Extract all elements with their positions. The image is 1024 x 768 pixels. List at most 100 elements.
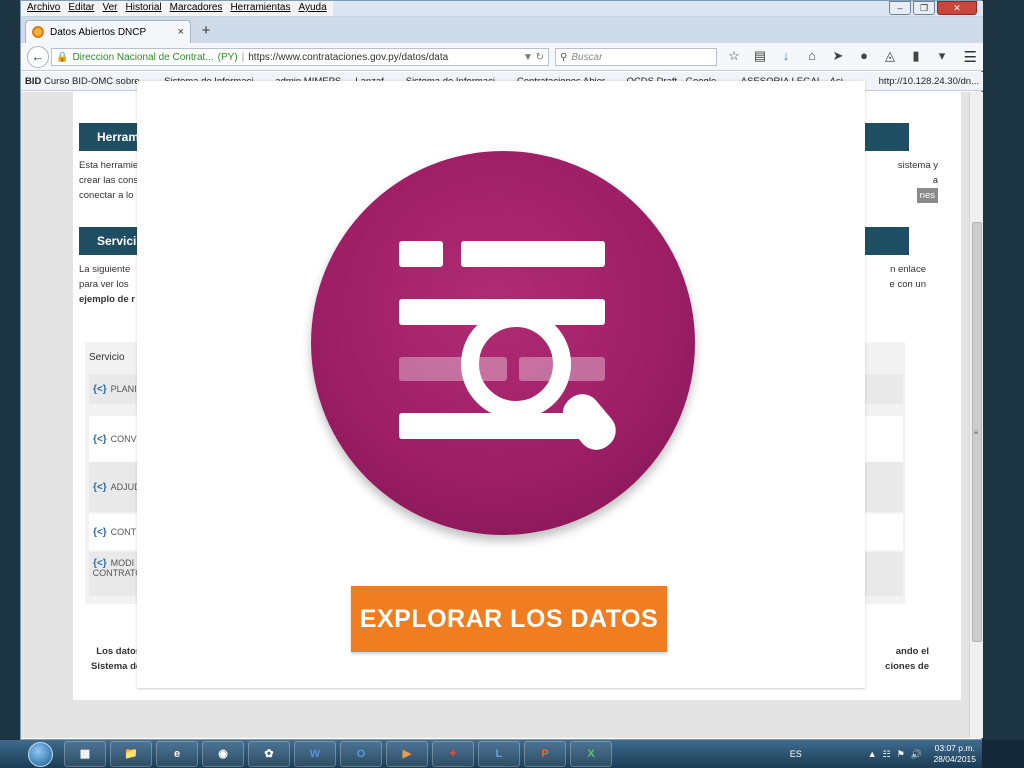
text-line: ejemplo de r	[79, 294, 135, 305]
row-label: PLANI	[110, 384, 137, 394]
row-label-line: MODI	[110, 558, 135, 568]
api-icon: {<}	[93, 433, 107, 445]
media-player-icon[interactable]: ▶	[386, 741, 428, 767]
url-bar[interactable]: 🔒 Direccion Nacional de Contrat... (PY) …	[51, 48, 549, 66]
site-identity: Direccion Nacional de Contrat...	[72, 51, 214, 63]
clock[interactable]: 03:07 p.m. 28/04/2015	[933, 743, 976, 765]
internet-explorer-icon[interactable]: e	[156, 741, 198, 767]
section-text-right: sistema y a nes	[858, 158, 938, 203]
search-input[interactable]: ⚲ Buscar	[555, 48, 717, 66]
desktop-left-edge	[0, 0, 20, 740]
clock-time: 03:07 p.m.	[934, 743, 975, 753]
menu-bar: Archivo Editar Ver Historial Marcadores …	[21, 1, 333, 16]
text-line: conectar a lo	[79, 190, 134, 201]
vertical-scrollbar[interactable]: ≡	[969, 92, 983, 738]
taskbar: ▦ 📁 e ◉ ✿ W O ▶ ✦ L P X ES ▲ ☷ ⚑ 🔊 03:07…	[0, 740, 1024, 768]
browser-window: Archivo Editar Ver Historial Marcadores …	[20, 0, 983, 740]
extension-icon[interactable]: ▮	[907, 48, 925, 64]
word-icon[interactable]: W	[294, 741, 336, 767]
minimize-button[interactable]: –	[889, 1, 911, 15]
api-icon: {<}	[93, 526, 107, 538]
reload-icon[interactable]: ▼ ↻	[523, 52, 548, 63]
text-line: ando el	[895, 646, 929, 657]
start-button[interactable]	[20, 741, 60, 768]
bookmark-tag: BID	[25, 75, 42, 87]
network-icon[interactable]: ☷	[883, 749, 891, 760]
favicon-icon	[32, 26, 44, 38]
text-line: crear las cons	[79, 175, 139, 186]
new-tab-button[interactable]: +	[197, 22, 215, 39]
language-indicator[interactable]: ES	[790, 749, 802, 759]
menu-marcadores[interactable]: Marcadores	[166, 1, 227, 16]
logo-bar	[399, 241, 443, 267]
text-line: para ver los	[79, 279, 129, 290]
tab-title: Datos Abiertos DNCP	[50, 26, 147, 38]
download-icon[interactable]: ↓	[777, 48, 795, 64]
divider	[137, 688, 865, 689]
menu-ayuda[interactable]: Ayuda	[294, 1, 330, 16]
magnifier-lens-icon	[461, 309, 571, 419]
back-button[interactable]: ←	[27, 46, 49, 68]
chat-icon[interactable]: ●	[855, 48, 873, 64]
windows-logo-icon	[28, 742, 53, 767]
data-explorer-logo-icon	[311, 151, 695, 535]
file-explorer-icon[interactable]: 📁	[110, 741, 152, 767]
bookmark-item[interactable]: BID Curso BID-OMC sobre ...	[25, 76, 150, 87]
action-center-icon[interactable]: ⚑	[897, 749, 905, 760]
menu-historial[interactable]: Historial	[122, 1, 166, 16]
menu-herramientas[interactable]: Herramientas	[226, 1, 294, 16]
search-icon: ⚲	[560, 51, 568, 63]
api-icon: {<}	[93, 383, 107, 395]
section-text: La siguiente para ver los ejemplo de r	[79, 262, 135, 307]
bookmark-label: Curso BID-OMC sobre ...	[44, 75, 151, 87]
navigation-bar: ← 🔒 Direccion Nacional de Contrat... (PY…	[21, 43, 983, 71]
tab-close-icon[interactable]: ×	[178, 26, 184, 38]
text-line: sistema y	[897, 160, 938, 171]
reading-list-icon[interactable]: ▤	[751, 48, 769, 64]
footer-text-right: ando el ciones de	[863, 644, 929, 674]
site-country: (PY)	[217, 51, 238, 63]
text-line: Esta herramie	[79, 160, 139, 171]
apps-grid-icon[interactable]: ▦	[64, 741, 106, 767]
row-label: CONT	[110, 527, 137, 537]
menu-archivo[interactable]: Archivo	[23, 1, 64, 16]
toolbar-icons: ☆ ▤ ↓ ⌂ ➤ ● ◬ ▮ ▾	[725, 48, 951, 64]
menu-editar[interactable]: Editar	[64, 1, 98, 16]
scroll-grip-icon: ≡	[973, 428, 979, 437]
hamburger-menu-icon[interactable]: ☰	[964, 48, 977, 66]
bookmark-star-icon[interactable]: ☆	[725, 48, 743, 64]
outlook-icon[interactable]: O	[340, 741, 382, 767]
clock-date: 28/04/2015	[933, 754, 976, 764]
tray-expand-icon[interactable]: ▲	[868, 749, 877, 759]
window-controls: – ❐ ✕	[889, 1, 977, 15]
chrome-icon[interactable]: ◉	[202, 741, 244, 767]
bookmark-item[interactable]: http://10.128.24.30/dn...	[879, 76, 983, 87]
menu-ver[interactable]: Ver	[98, 1, 121, 16]
lync-icon[interactable]: L	[478, 741, 520, 767]
magnifier-handle-icon	[555, 386, 624, 458]
acrobat-icon[interactable]: ✦	[432, 741, 474, 767]
desktop-right-edge	[982, 0, 1024, 740]
powerpoint-icon[interactable]: P	[524, 741, 566, 767]
text-line: nes	[916, 188, 938, 203]
show-desktop-button[interactable]	[982, 740, 1024, 768]
text-line: a	[932, 175, 938, 186]
explore-data-button[interactable]: EXPLORAR LOS DATOS	[351, 586, 667, 652]
section-text: Esta herramie crear las cons conectar a …	[79, 158, 138, 203]
explore-data-modal: EXPLORAR LOS DATOS	[137, 81, 865, 689]
firefox-icon[interactable]: ✿	[248, 741, 290, 767]
close-window-button[interactable]: ✕	[937, 1, 977, 15]
url-text: https://www.contrataciones.gov.py/datos/…	[248, 51, 449, 63]
send-icon[interactable]: ➤	[829, 48, 847, 64]
text-line: ciones de	[885, 661, 929, 672]
volume-icon[interactable]: 🔊	[911, 749, 922, 760]
dropdown-icon[interactable]: ▾	[933, 48, 951, 64]
tab-datos-abiertos[interactable]: Datos Abiertos DNCP ×	[25, 20, 191, 43]
text-line: La siguiente	[79, 264, 131, 275]
search-placeholder: Buscar	[571, 51, 603, 63]
tab-strip: Datos Abiertos DNCP × +	[21, 17, 983, 43]
screenshot-icon[interactable]: ◬	[881, 48, 899, 64]
home-icon[interactable]: ⌂	[803, 48, 821, 64]
excel-icon[interactable]: X	[570, 741, 612, 767]
restore-button[interactable]: ❐	[913, 1, 935, 15]
